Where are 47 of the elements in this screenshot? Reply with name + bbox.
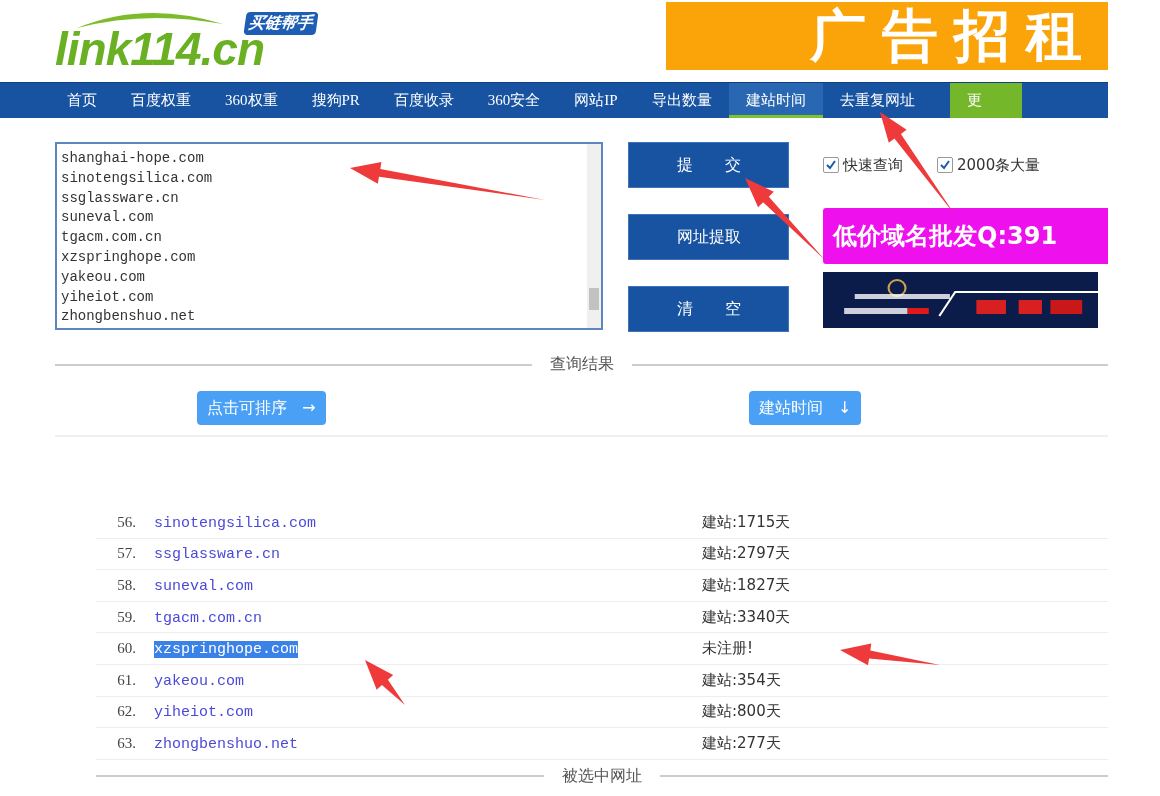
site-age: 建站:354天	[702, 670, 781, 690]
action-button[interactable]: 清 空	[628, 286, 789, 332]
site-age: 建站:2797天	[702, 544, 791, 564]
domain-input-field[interactable]: shanghai-hope.com sinotengsilica.com ssglassware.cn suneval.com tgacm.com.cn xzspringhope.com yakeou.com yiheiot.com zhongbenshuo.net	[55, 142, 603, 330]
site-age: 建站:1715天	[702, 512, 791, 532]
nav-tab[interactable]: 360权重	[208, 83, 295, 118]
domain-link[interactable]: tgacm.com.cn	[154, 609, 263, 627]
nav-tab[interactable]: 搜狗PR	[294, 83, 377, 118]
nav-tab[interactable]: 百度收录	[376, 83, 471, 118]
site-age: 建站:1827天	[702, 576, 791, 595]
row-number: 57.	[116, 545, 136, 563]
nav-tab[interactable]: 首页	[50, 83, 114, 118]
nav-tab[interactable]: 网站IP	[557, 83, 635, 118]
row-number: 61.	[116, 671, 136, 689]
row-number: 58.	[116, 577, 136, 594]
domain-link[interactable]: suneval.com	[154, 578, 254, 595]
nav-tab[interactable]: 建站时间	[728, 83, 823, 118]
domain-link[interactable]: ssglassware.cn	[154, 546, 281, 564]
site-age: 未注册!	[702, 639, 753, 659]
row-number: 62.	[116, 703, 136, 721]
row-number: 60.	[116, 640, 136, 658]
nav-tab[interactable]: 导出数量	[634, 83, 729, 118]
action-button[interactable]: 提 交	[628, 142, 789, 188]
row-number: 59.	[116, 608, 136, 626]
section-title: 查询结果	[549, 354, 614, 375]
row-number: 63.	[116, 734, 136, 752]
domain-link[interactable]: sinotengsilica.com	[154, 514, 317, 532]
nav-tab[interactable]: 去重复网址	[822, 83, 932, 118]
domain-link[interactable]: yakeou.com	[154, 672, 244, 690]
domain-link[interactable]: xzspringhope.com	[154, 641, 299, 659]
checkbox-label: 2000条大量	[957, 155, 1041, 175]
site-age: 建站:3340天	[702, 607, 791, 627]
site-age: 建站:277天	[702, 733, 781, 753]
row-number: 56.	[116, 513, 136, 531]
annotation-arrow	[365, 660, 405, 705]
domain-link[interactable]: zhongbenshuo.net	[154, 735, 299, 753]
section-title: 被选中网址	[562, 765, 642, 787]
nav-tab[interactable]: 360安全	[470, 83, 558, 118]
nav-tab[interactable]: 百度权重	[114, 83, 208, 118]
ad-banner[interactable]: 低价域名批发Q:391	[823, 208, 1108, 264]
checkbox-label: 快速查询	[843, 155, 903, 175]
checkbox[interactable]	[937, 157, 953, 173]
domain-link[interactable]: yiheiot.com	[154, 704, 254, 722]
site-age: 建站:800天	[702, 702, 781, 722]
action-button[interactable]: 网址提取	[628, 214, 789, 260]
scrollbar[interactable]	[587, 144, 601, 328]
checkbox[interactable]	[823, 157, 839, 173]
